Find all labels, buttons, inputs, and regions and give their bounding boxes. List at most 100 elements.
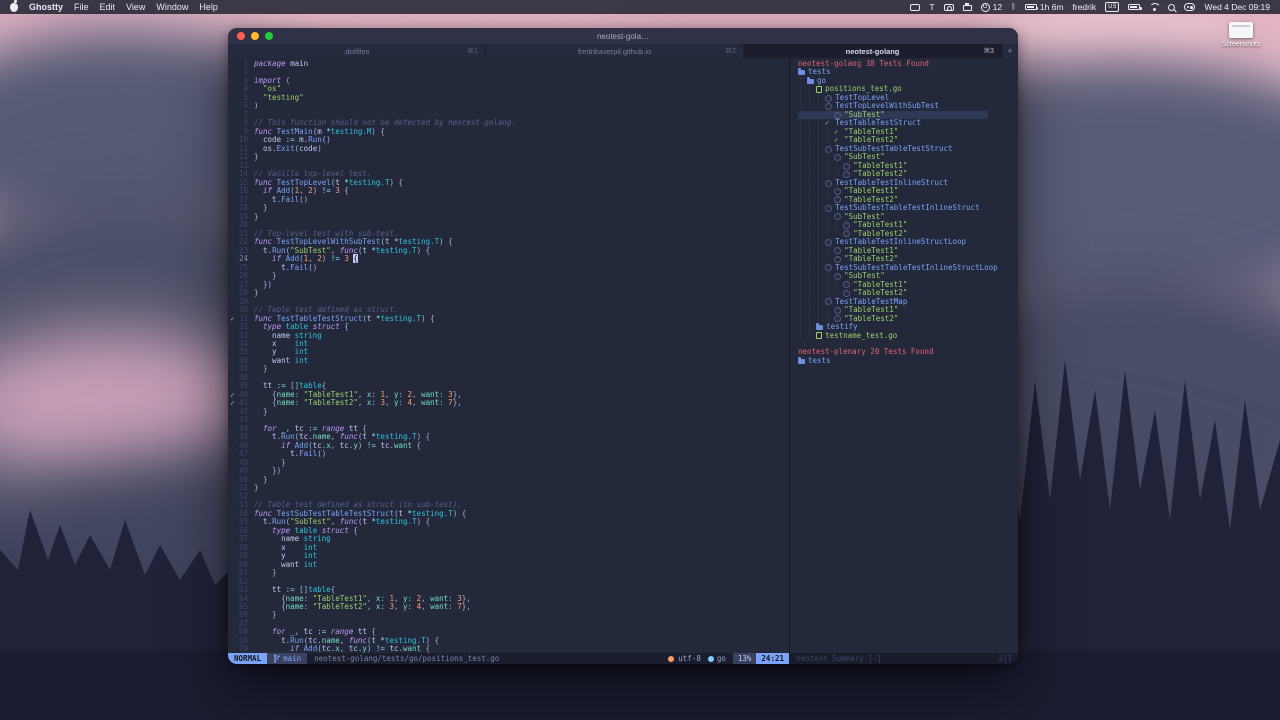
menu-view[interactable]: View	[126, 2, 145, 12]
tab-label: neotest-golang	[846, 47, 900, 56]
sign-column	[228, 442, 237, 450]
test-unknown-icon: ?	[843, 163, 850, 170]
folder-icon	[798, 359, 805, 364]
code-line: 6)	[228, 102, 789, 110]
code-line: 42 }	[228, 408, 789, 416]
sign-column	[228, 527, 237, 535]
keyboard-layout-icon[interactable]: US	[1105, 2, 1119, 12]
test-unknown-icon: ?	[825, 95, 832, 102]
camera-icon[interactable]	[944, 4, 954, 11]
folder-icon	[807, 79, 814, 84]
tab-fredrikaverpil-github-io[interactable]: fredrikaverpil.github.io⌘2	[486, 44, 744, 58]
code-line: 19}	[228, 213, 789, 221]
display-icon[interactable]	[910, 4, 920, 11]
sign-column	[228, 230, 237, 238]
code-line: 61 }	[228, 569, 789, 577]
menu-edit[interactable]: Edit	[100, 2, 116, 12]
battery-time[interactable]: 1h 6m	[1025, 2, 1064, 12]
summary-tree-item[interactable]: tests	[798, 68, 1018, 76]
cursor-position: 24:21	[756, 653, 789, 664]
sign-column	[228, 544, 237, 552]
sign-column	[228, 645, 237, 653]
code-line: 27 })	[228, 281, 789, 289]
test-unknown-icon: ?	[834, 188, 841, 195]
tree-guides: │ ╰	[798, 332, 816, 340]
wifi-icon[interactable]	[1149, 3, 1159, 11]
screenshots-desktop-icon[interactable]: Screenshots	[1218, 22, 1264, 48]
sign-column	[228, 628, 237, 636]
close-button[interactable]	[237, 32, 245, 40]
code-line: 34 x int	[228, 340, 789, 348]
folder-icon	[798, 70, 805, 75]
summary-tree-item[interactable]: │ ╰ testname_test.go	[798, 332, 1018, 340]
test-unknown-icon: ?	[825, 205, 832, 212]
sign-column	[228, 569, 237, 577]
window-titlebar[interactable]: neotest-gola…	[228, 28, 1018, 44]
minimize-button[interactable]	[251, 32, 259, 40]
sign-column	[228, 128, 237, 136]
g-widget-icon[interactable]: G12	[981, 2, 1002, 12]
sign-column	[228, 637, 237, 645]
code-text: {name: "TableTest2", x: 3, y: 4, want: 7…	[254, 603, 471, 611]
sign-column	[228, 162, 237, 170]
test-unknown-icon: ?	[825, 239, 832, 246]
sign-column	[228, 187, 237, 195]
summary-tree-item[interactable]: │ │ │ │ ╰ ?"TableTest2"	[798, 289, 1018, 297]
code-text: {name: "TableTest2", x: 3, y: 4, want: 7…	[254, 399, 462, 407]
summary-section-title: neotest-golang 38 Tests Found	[798, 60, 1018, 68]
test-passed-sign: ✓	[228, 315, 237, 323]
folder-icon	[816, 325, 823, 330]
tab-shortcut: ⌘1	[467, 47, 478, 55]
bluetooth-icon[interactable]: ᛒ	[1011, 3, 1016, 11]
traffic-lights	[237, 28, 273, 44]
battery-icon[interactable]	[1128, 4, 1140, 10]
code-line: 65 {name: "TableTest2", x: 3, y: 4, want…	[228, 603, 789, 611]
test-unknown-icon: ?	[843, 281, 850, 288]
code-line: 25 t.Fail()	[228, 264, 789, 272]
code-text: os.Exit(code)	[254, 145, 322, 153]
summary-statusline: neotest Summary [-] 2|1	[789, 653, 1018, 664]
sign-column	[228, 348, 237, 356]
test-unknown-icon: ?	[834, 256, 841, 263]
sign-column	[228, 68, 237, 76]
new-tab-button[interactable]: +	[1002, 44, 1018, 58]
tab-neotest-golang[interactable]: neotest-golang⌘3	[744, 44, 1002, 58]
code-line: 50 }	[228, 476, 789, 484]
summary-tree-item[interactable]: │ │ positions_test.go	[798, 85, 1018, 93]
control-center-icon[interactable]	[1184, 3, 1195, 11]
sign-column	[228, 408, 237, 416]
scroll-percent: 13%	[733, 653, 757, 664]
sign-column	[228, 493, 237, 501]
text-tool-icon[interactable]: T	[929, 2, 934, 12]
summary-tree-item[interactable]: tests	[798, 357, 1018, 365]
menu-file[interactable]: File	[74, 2, 89, 12]
apple-menu-icon[interactable]	[10, 3, 18, 12]
menu-bar-clock[interactable]: Wed 4 Dec 09:19	[1204, 2, 1270, 12]
summary-section: neotest-plenary 20 Tests Foundtests	[798, 348, 1018, 365]
code-line: 3import (	[228, 77, 789, 85]
zoom-button[interactable]	[265, 32, 273, 40]
tab--dotfiles[interactable]: .dotfiles⌘1	[228, 44, 486, 58]
statusline: NORMAL main neotest-golang/tests/go/posi…	[228, 653, 1018, 664]
code-editor[interactable]: 1package main23import (4 "os"5 "testing"…	[228, 58, 789, 653]
sign-column	[228, 510, 237, 518]
sign-column	[228, 340, 237, 348]
code-line: 37 }	[228, 365, 789, 373]
code-line: 28}	[228, 289, 789, 297]
search-icon[interactable]	[1168, 4, 1175, 11]
sign-column	[228, 264, 237, 272]
code-line: 51}	[228, 484, 789, 492]
menu-window[interactable]: Window	[156, 2, 188, 12]
sign-column	[228, 255, 237, 263]
tab-shortcut: ⌘2	[725, 47, 736, 55]
language-indicator: go	[717, 653, 726, 664]
summary-statusline-position: 2|1	[992, 653, 1018, 664]
summary-section: neotest-golang 38 Tests Foundtests│ go│ …	[798, 60, 1018, 340]
menu-help[interactable]: Help	[199, 2, 218, 12]
code-line: 49 })	[228, 467, 789, 475]
tab-bar: .dotfiles⌘1fredrikaverpil.github.io⌘2neo…	[228, 44, 1018, 58]
menu-app-name[interactable]: Ghostty	[29, 2, 63, 12]
code-text: }	[254, 569, 277, 577]
printer-icon[interactable]	[963, 3, 972, 11]
user-menu[interactable]: fredrik	[1073, 2, 1097, 12]
